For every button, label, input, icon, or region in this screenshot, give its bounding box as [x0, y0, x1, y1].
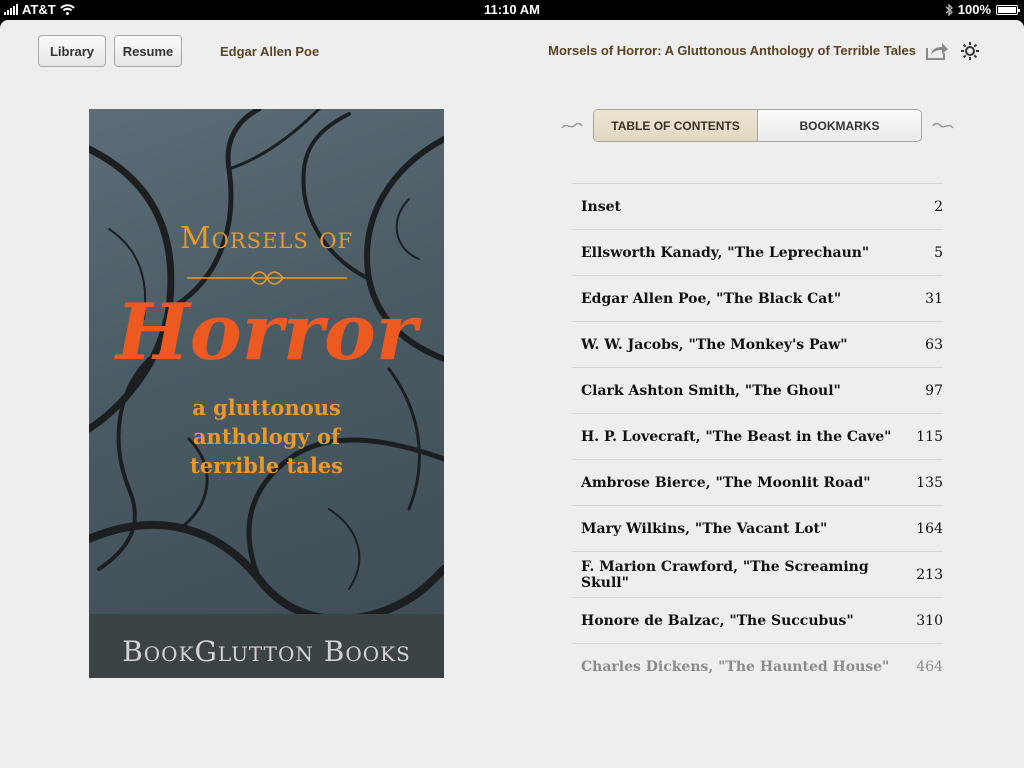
toc-page-number: 310 [916, 612, 943, 629]
toc-row[interactable]: Honore de Balzac, "The Succubus" 310 [572, 597, 943, 643]
clock: 11:10 AM [484, 2, 540, 17]
toc-page-number: 63 [925, 336, 943, 353]
battery-percent: 100% [957, 2, 991, 17]
toc-row[interactable]: Clark Ashton Smith, "The Ghoul" 97 [572, 367, 943, 413]
book-cover[interactable]: Morsels of Horror a gluttonous anthology… [89, 109, 444, 678]
toc-row[interactable]: Edgar Allen Poe, "The Black Cat" 31 [572, 275, 943, 321]
toc-row[interactable]: F. Marion Crawford, "The Screaming Skull… [572, 551, 943, 597]
toc-chapter-title: Ellsworth Kanady, "The Leprechaun" [581, 244, 870, 261]
book-title: Morsels of Horror: A Gluttonous Antholog… [548, 43, 916, 58]
author-name: Edgar Allen Poe [220, 44, 320, 59]
battery-icon [996, 4, 1020, 15]
toc-chapter-title: W. W. Jacobs, "The Monkey's Paw" [581, 336, 848, 353]
tab-bookmarks[interactable]: BOOKMARKS [758, 110, 921, 141]
flourish-right-icon [932, 122, 954, 129]
toc-chapter-title: Honore de Balzac, "The Succubus" [581, 612, 854, 629]
toc-row[interactable]: Charles Dickens, "The Haunted House" 464 [572, 643, 943, 689]
bluetooth-icon [945, 3, 953, 16]
brightness-icon[interactable] [960, 41, 980, 61]
cover-title-line2: Horror [115, 287, 418, 378]
table-of-contents-list: Inset 2 Ellsworth Kanady, "The Leprechaun"… [572, 183, 943, 689]
library-button[interactable]: Library [38, 35, 106, 67]
toc-chapter-title: H. P. Lovecraft, "The Beast in the Cave" [581, 428, 892, 445]
toc-row[interactable]: Inset 2 [572, 183, 943, 229]
cover-publisher: BookGlutton Books [122, 635, 411, 668]
toc-chapter-title: Ambrose Bierce, "The Moonlit Road" [581, 474, 871, 491]
toc-chapter-title: Clark Ashton Smith, "The Ghoul" [581, 382, 841, 399]
toc-row[interactable]: W. W. Jacobs, "The Monkey's Paw" 63 [572, 321, 943, 367]
reader-app: Library Resume Edgar Allen Poe Morsels o… [0, 20, 1024, 768]
toc-page-number: 135 [916, 474, 943, 491]
toc-chapter-title: F. Marion Crawford, "The Screaming Skull… [581, 558, 869, 591]
flourish-left-icon [561, 122, 583, 129]
resume-button[interactable]: Resume [114, 35, 182, 67]
toc-page-number: 164 [916, 520, 943, 537]
toc-page-number: 464 [916, 658, 943, 675]
toc-chapter-title: Edgar Allen Poe, "The Black Cat" [581, 290, 842, 307]
toc-page-number: 213 [916, 566, 943, 583]
toc-row[interactable]: Mary Wilkins, "The Vacant Lot" 164 [572, 505, 943, 551]
cover-subtitle: a gluttonous anthology of terrible tales [190, 395, 343, 478]
toc-row[interactable]: Ambrose Bierce, "The Moonlit Road" 135 [572, 459, 943, 505]
toc-row[interactable]: Ellsworth Kanady, "The Leprechaun" 5 [572, 229, 943, 275]
toc-page-number: 31 [925, 290, 943, 307]
cover-ornament [187, 271, 347, 285]
toc-chapter-title: Mary Wilkins, "The Vacant Lot" [581, 520, 828, 537]
toc-page-number: 115 [916, 428, 943, 445]
toc-row[interactable]: H. P. Lovecraft, "The Beast in the Cave"… [572, 413, 943, 459]
cover-title-line1: Morsels of [179, 221, 354, 256]
toc-page-number: 5 [934, 244, 943, 261]
toc-page-number: 97 [925, 382, 943, 399]
share-icon[interactable] [925, 41, 949, 61]
toc-bookmarks-segmented-control: TABLE OF CONTENTS BOOKMARKS [593, 109, 922, 142]
status-bar: AT&T 11:10 AM 100% [0, 0, 1024, 20]
toc-page-number: 2 [934, 198, 943, 215]
toc-chapter-title: Charles Dickens, "The Haunted House" [581, 658, 890, 675]
tab-table-of-contents[interactable]: TABLE OF CONTENTS [594, 110, 758, 141]
toc-chapter-title: Inset [581, 198, 621, 215]
